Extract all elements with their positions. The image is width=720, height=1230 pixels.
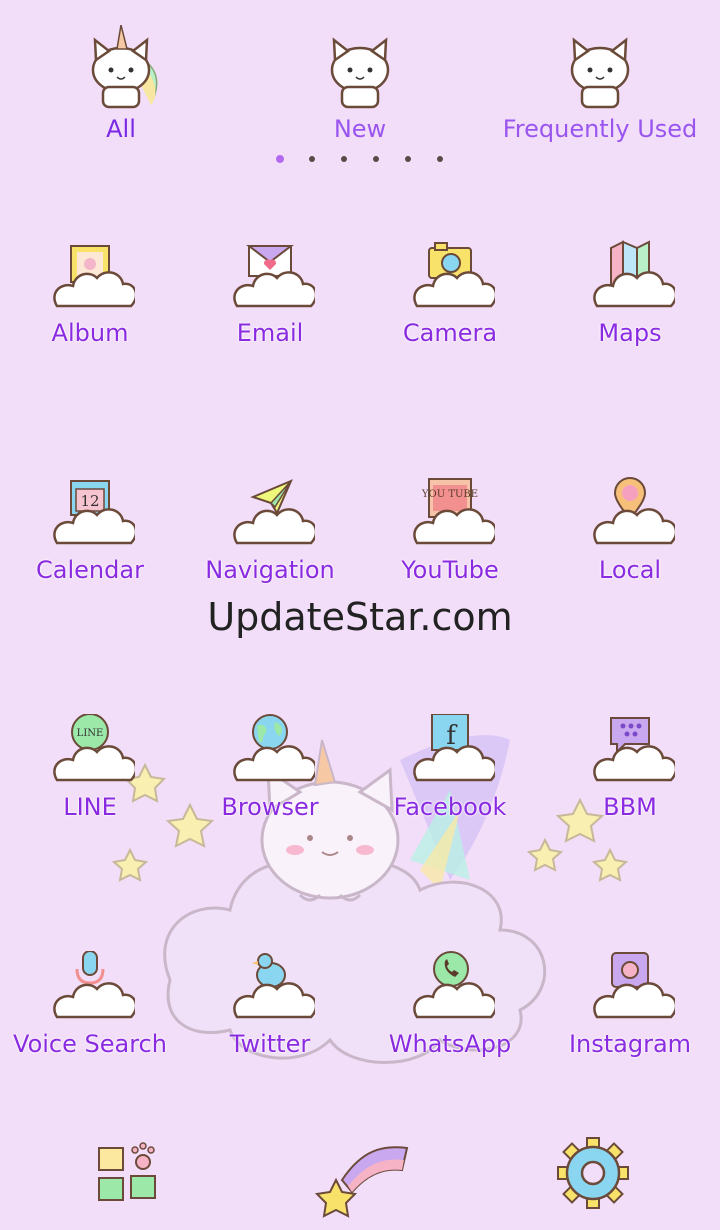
app-voice-search[interactable]: Voice Search (0, 951, 180, 1071)
maps-icon (593, 240, 675, 308)
app-twitter[interactable]: Twitter (180, 951, 360, 1071)
app-local-label: Local (598, 556, 662, 584)
calendar-icon: 12 (53, 480, 135, 545)
bbm-icon (593, 717, 675, 782)
globe-icon (233, 714, 315, 782)
app-calendar-label: Calendar (36, 556, 144, 584)
theme-button[interactable] (312, 1130, 409, 1220)
app-email[interactable]: Email (180, 240, 360, 360)
app-facebook[interactable]: f Facebook (360, 714, 540, 834)
app-instagram-label: Instagram (568, 1030, 692, 1058)
app-navigation[interactable]: Navigation (180, 477, 360, 597)
album-icon (53, 245, 135, 308)
watermark-text: UpdateStar.com (207, 595, 513, 639)
app-browser-label: Browser (221, 793, 319, 821)
app-bbm-label: BBM (603, 793, 657, 821)
bird-icon (233, 953, 315, 1019)
app-browser[interactable]: Browser (180, 714, 360, 834)
app-camera[interactable]: Camera (360, 240, 540, 360)
email-icon (233, 245, 315, 308)
app-twitter-label: Twitter (229, 1030, 311, 1058)
camera-icon (413, 242, 495, 308)
app-grid-icon (98, 1142, 156, 1201)
app-drawer-button[interactable] (85, 1130, 175, 1220)
app-navigation-label: Navigation (205, 556, 335, 584)
app-email-label: Email (236, 319, 304, 347)
app-local[interactable]: Local (540, 477, 720, 597)
settings-gear-icon (557, 1137, 629, 1209)
youtube-icon: YOU TUBE (413, 478, 495, 545)
whatsapp-icon (413, 951, 495, 1019)
app-calendar[interactable]: 12 Calendar (0, 477, 180, 597)
app-album-label: Album (51, 319, 129, 347)
app-whatsapp[interactable]: WhatsApp (360, 951, 540, 1071)
instagram-icon (593, 952, 675, 1019)
facebook-icon: f (413, 714, 495, 782)
settings-button[interactable] (548, 1130, 638, 1220)
calendar-icon-number: 12 (80, 492, 99, 510)
app-camera-label: Camera (402, 319, 498, 347)
app-youtube[interactable]: YOU TUBE YouTube (360, 477, 540, 597)
app-album[interactable]: Album (0, 240, 180, 360)
app-instagram[interactable]: Instagram (540, 951, 720, 1071)
app-line[interactable]: LINE LINE (0, 714, 180, 834)
app-bbm[interactable]: BBM (540, 714, 720, 834)
app-line-label: LINE (63, 793, 117, 821)
paper-plane-icon (233, 479, 315, 545)
app-voice-search-label: Voice Search (13, 1030, 167, 1058)
app-whatsapp-label: WhatsApp (388, 1030, 512, 1058)
microphone-icon (53, 951, 135, 1019)
line-icon: LINE (53, 714, 135, 782)
location-pin-icon (593, 477, 675, 545)
app-youtube-label: YouTube (401, 556, 499, 584)
youtube-icon-text: YOU TUBE (421, 489, 478, 500)
app-maps-label: Maps (598, 319, 662, 347)
app-maps[interactable]: Maps (540, 240, 720, 360)
line-icon-text: LINE (77, 728, 104, 739)
shooting-star-icon (314, 1146, 409, 1218)
app-facebook-label: Facebook (393, 793, 507, 821)
